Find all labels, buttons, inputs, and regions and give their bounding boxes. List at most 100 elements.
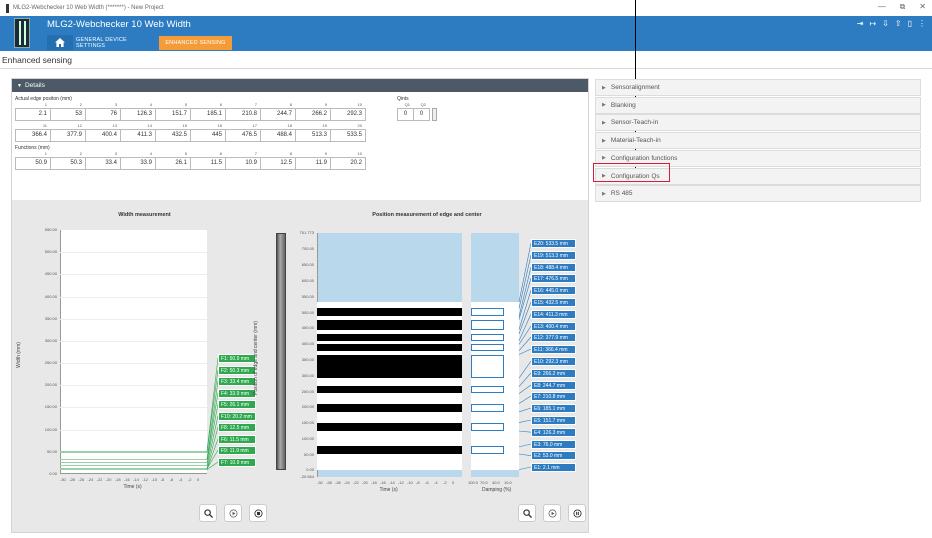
grid-line <box>60 318 207 320</box>
minimize-button[interactable]: — <box>878 2 886 12</box>
y-axis-label: Width (mm) <box>15 342 22 368</box>
damping-gap-box <box>471 308 504 317</box>
function-value-label: F9: 11.9 mm <box>218 446 256 455</box>
accordion-item-rs-485[interactable]: ▶ RS 485 <box>595 185 921 203</box>
y-tick-label: 450.00 <box>301 325 314 331</box>
sensor-bar-image <box>276 233 286 470</box>
value-field: 20.2 <box>330 157 366 170</box>
value-field: 0 <box>397 108 414 121</box>
accordion-item-sensor-teach-in[interactable]: ▶ Sensor-Teach-in <box>595 114 921 132</box>
expand-icon: ▶ <box>602 84 606 91</box>
x-axis-label: Time (s) <box>379 487 398 493</box>
edge-value-label: E10: 292.3 mm <box>531 357 576 366</box>
series-line <box>60 458 207 460</box>
y-tick-label: 500.00 <box>44 249 57 255</box>
zoom-button[interactable] <box>199 504 217 522</box>
x-tick-label: -18 <box>114 477 121 482</box>
edge-value-label: E1: 2.1 mm <box>531 463 576 473</box>
x-tick-label: -22 <box>353 480 359 485</box>
function-value-label: F6: 11.5 mm <box>218 434 256 444</box>
value-cell: 12 377.9 <box>50 123 86 142</box>
x-tick-label: -8 <box>160 477 165 482</box>
close-button[interactable]: ✕ <box>919 2 926 12</box>
accordion-label: Sensoralignment <box>610 84 660 91</box>
window-title: MLG2-Webchecker 10 Web Width (*******) -… <box>13 5 164 11</box>
value-field: 210.8 <box>225 108 261 121</box>
damping-gap-box <box>471 422 504 431</box>
maximize-button[interactable]: ⧉ <box>900 2 906 12</box>
value-field: 244.7 <box>260 108 296 121</box>
x-tick-label: -16 <box>123 477 130 482</box>
x-tick-label: -24 <box>87 477 94 482</box>
x-tick-label: -14 <box>133 477 139 482</box>
value-cell: 19 513.3 <box>295 123 331 142</box>
value-cell: 16 445 <box>190 123 226 142</box>
value-field: 400.4 <box>85 129 121 142</box>
damping-gap-box <box>471 446 504 454</box>
play-button[interactable] <box>224 504 242 522</box>
value-cell: 8 244.7 <box>260 102 296 121</box>
edge-value-label: E2: 53.0 mm <box>531 451 576 461</box>
y-tick-label: 200.00 <box>44 382 57 388</box>
value-cell: 17 476.5 <box>225 123 261 142</box>
y-tick-label: 500.00 <box>301 309 314 315</box>
magnifier-icon <box>203 508 213 518</box>
label-connector <box>518 348 532 355</box>
divider <box>0 68 932 69</box>
value-cell: 11 366.4 <box>15 123 51 142</box>
y-axis-label: Position of edge and center (mm) <box>253 321 259 395</box>
details-header[interactable]: ▼ Details <box>12 79 588 92</box>
value-cell: Q2 0 <box>413 102 430 121</box>
accordion-label: RS 485 <box>610 190 633 198</box>
function-value-label: F3: 33.4 mm <box>218 377 256 386</box>
zoom-button[interactable] <box>518 504 536 522</box>
label-connector <box>518 419 532 423</box>
gap-band <box>317 319 462 330</box>
gap-band <box>317 308 462 317</box>
download-icon[interactable]: ⇧ <box>895 19 902 28</box>
upload-icon[interactable]: ⇩ <box>882 19 889 28</box>
edge-value-label: E19: 513.3 mm <box>531 250 576 260</box>
page-title: Enhanced sensing <box>2 55 72 65</box>
expand-icon: ▶ <box>602 155 606 162</box>
value-cell: 18 488.4 <box>260 123 296 142</box>
width-plot-area <box>60 230 207 474</box>
x-tick-label: -12 <box>398 480 404 485</box>
info-icon[interactable]: ▯ <box>908 19 912 28</box>
y-tick-label: 150.00 <box>301 420 314 426</box>
edge-value-label: E15: 432.5 mm <box>531 298 576 307</box>
damping-tick-label: 40.0 <box>492 480 500 485</box>
value-cell: 5 151.7 <box>155 102 191 121</box>
x-tick-label: -28 <box>326 480 332 485</box>
tab-general-device-settings[interactable]: GENERAL DEVICE SETTINGS <box>76 36 157 50</box>
label-connector <box>518 453 532 456</box>
grid-line <box>60 274 207 276</box>
accordion-item-material-teach-in[interactable]: ▶ Material-Teach-in <box>595 132 921 150</box>
y-tick-label: 751.773 <box>299 230 314 235</box>
play-button[interactable] <box>543 504 561 522</box>
series-line <box>60 451 207 453</box>
tab-enhanced-sensing[interactable]: ENHANCED SENSING <box>159 36 232 50</box>
value-field: 10.9 <box>225 157 261 170</box>
value-field: 432.5 <box>155 129 191 142</box>
stop-button[interactable] <box>249 504 267 522</box>
qint-slider[interactable] <box>432 108 437 121</box>
x-tick-label: -4 <box>434 480 438 485</box>
app-icon <box>6 3 9 13</box>
home-button[interactable] <box>47 35 73 50</box>
value-cell: 1 2.1 <box>15 102 51 121</box>
value-cell: 3 76 <box>85 102 121 121</box>
sign-out-icon[interactable]: ↦ <box>869 19 876 28</box>
x-tick-label: -14 <box>389 480 395 485</box>
pause-button[interactable] <box>568 504 586 522</box>
value-field: 0 <box>413 108 430 121</box>
accordion-item-sensoralignment[interactable]: ▶ Sensoralignment <box>595 79 921 96</box>
more-icon[interactable]: ⋮ <box>918 19 926 28</box>
width-chart-title: Width measurement <box>118 212 171 218</box>
width-chart-controls <box>199 504 267 522</box>
y-tick-label: 350.00 <box>44 315 57 321</box>
position-chart-controls <box>518 504 586 522</box>
accordion-item-blanking[interactable]: ▶ Blanking <box>595 96 921 114</box>
edge-value-label: E14: 411.3 mm <box>531 309 576 319</box>
sign-in-icon[interactable]: ⇥ <box>857 19 864 28</box>
